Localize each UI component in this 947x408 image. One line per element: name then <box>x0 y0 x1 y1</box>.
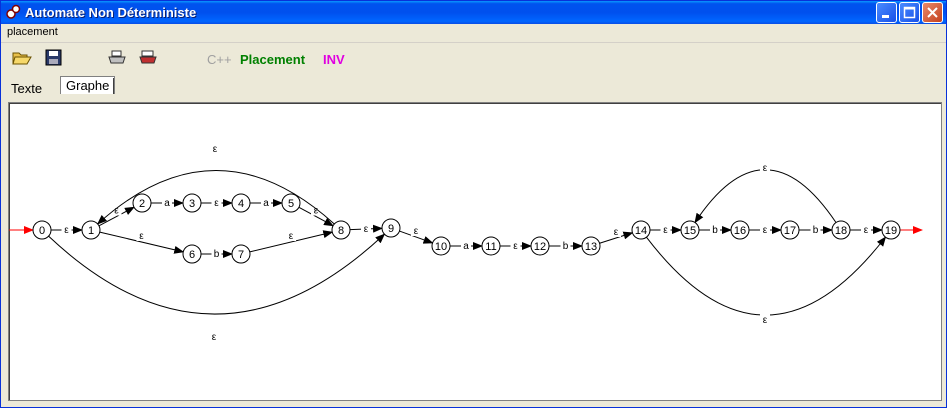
minimize-button[interactable] <box>876 2 897 23</box>
state-node-4[interactable]: 4 <box>231 193 251 213</box>
print-icon[interactable] <box>107 49 127 67</box>
automaton-graph: εεa ε aεεbεεεε εa ε bε ε b ε bεεε 0 12 3 4 56 78 910 11 1… <box>9 142 923 343</box>
state-node-10[interactable]: 10 <box>431 236 451 256</box>
app-icon <box>6 4 21 19</box>
state-node-8[interactable]: 8 <box>331 220 351 240</box>
state-label: 10 <box>435 241 447 253</box>
inv-button[interactable]: INV <box>323 52 345 67</box>
transition-label: ε <box>414 226 419 237</box>
state-node-12[interactable]: 12 <box>530 236 550 256</box>
state-node-16[interactable]: 16 <box>730 220 750 240</box>
state-node-19[interactable]: 19 <box>881 220 901 240</box>
transition-label: ε <box>614 227 619 238</box>
state-label: 6 <box>189 249 195 261</box>
transition-label: b <box>813 225 819 236</box>
transition-label: ε <box>214 198 219 209</box>
transition-label: ε <box>513 241 518 252</box>
state-node-15[interactable]: 15 <box>680 220 700 240</box>
transition-0-9 <box>48 233 386 315</box>
graph-canvas[interactable]: εεaεaεεbεεεεεaεbεεbεbεεε 0 1 2 3 4 5 6 7 8 9 10 11 1… <box>8 102 942 401</box>
title-bar[interactable]: Automate Non Déterministe <box>1 1 946 24</box>
transition-label: a <box>164 198 170 209</box>
menu-bar: placement <box>1 24 946 43</box>
transition-label: ε <box>213 144 218 155</box>
state-label: 7 <box>238 249 244 261</box>
state-node-11[interactable]: 11 <box>481 236 501 256</box>
state-node-7[interactable]: 7 <box>231 244 251 264</box>
state-node-2[interactable]: 2 <box>132 193 152 213</box>
transition-label: ε <box>212 332 217 343</box>
transition-label: ε <box>763 225 768 236</box>
menu-placement[interactable]: placement <box>7 26 58 38</box>
transition-label: ε <box>364 224 369 235</box>
state-label: 2 <box>139 198 145 210</box>
open-folder-icon[interactable] <box>12 49 32 67</box>
transition-label: b <box>712 225 718 236</box>
maximize-icon <box>903 6 916 19</box>
app-window: Automate Non Déterministe placement C++ … <box>0 0 947 408</box>
transition-label: b <box>214 249 220 260</box>
state-node-13[interactable]: 13 <box>581 236 601 256</box>
state-label: 15 <box>684 225 696 237</box>
close-icon <box>927 7 938 18</box>
transition-label: a <box>463 241 469 252</box>
transition-label: a <box>263 198 269 209</box>
window-title: Automate Non Déterministe <box>25 5 197 20</box>
state-node-1[interactable]: 1 <box>81 220 101 240</box>
state-label: 3 <box>189 198 195 210</box>
tab-texte[interactable]: Texte <box>5 79 48 98</box>
state-label: 12 <box>534 241 546 253</box>
transition-14-19 <box>646 236 887 316</box>
transition-label: ε <box>139 231 144 242</box>
state-label: 14 <box>635 225 647 237</box>
state-node-17[interactable]: 17 <box>780 220 800 240</box>
minimize-icon <box>882 15 889 18</box>
transition-label: ε <box>289 231 294 242</box>
state-label: 11 <box>485 241 496 253</box>
transition-label: ε <box>864 225 869 236</box>
toolbar: C++ Placement INV <box>1 43 946 73</box>
transition-18-15 <box>694 169 837 224</box>
transition-label: ε <box>64 225 69 236</box>
state-label: 4 <box>238 198 244 210</box>
state-label: 17 <box>784 225 796 237</box>
state-label: 19 <box>885 225 897 237</box>
state-node-14[interactable]: 14 <box>631 220 651 240</box>
state-label: 9 <box>388 223 394 235</box>
state-label: 13 <box>585 241 597 253</box>
state-node-0[interactable]: 0 <box>32 220 52 240</box>
tab-graphe[interactable]: Graphe <box>60 76 116 94</box>
state-label: 8 <box>338 225 344 237</box>
state-node-18[interactable]: 18 <box>831 220 851 240</box>
state-node-9[interactable]: 9 <box>381 218 401 238</box>
state-label: 0 <box>39 225 45 237</box>
state-node-6[interactable]: 6 <box>182 244 202 264</box>
transition-label: ε <box>663 225 668 236</box>
cpp-button[interactable]: C++ <box>207 52 232 67</box>
state-label: 18 <box>835 225 847 237</box>
print-setup-icon[interactable] <box>138 49 158 67</box>
state-label: 1 <box>88 225 94 237</box>
state-label: 16 <box>734 225 746 237</box>
transition-label: ε <box>763 315 768 326</box>
maximize-button[interactable] <box>899 2 920 23</box>
tab-bar: Texte Graphe <box>1 75 946 99</box>
close-button[interactable] <box>922 2 943 23</box>
state-node-5[interactable]: 5 <box>281 193 301 213</box>
save-icon[interactable] <box>44 49 64 67</box>
transition-label: ε <box>763 163 768 174</box>
state-label: 5 <box>288 198 294 210</box>
placement-button[interactable]: Placement <box>240 52 305 67</box>
state-node-3[interactable]: 3 <box>182 193 202 213</box>
transition-label: b <box>563 241 569 252</box>
